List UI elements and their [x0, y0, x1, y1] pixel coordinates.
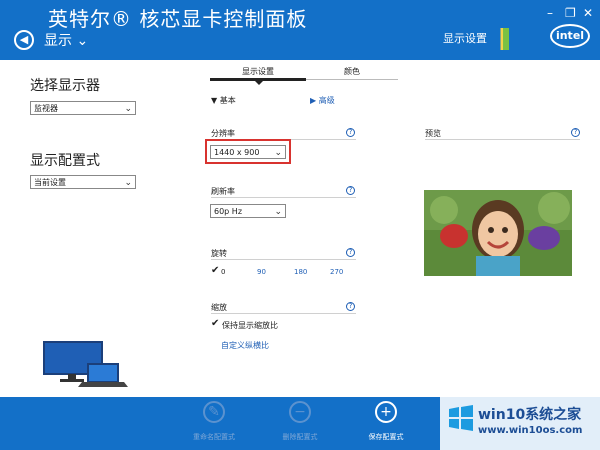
scaling-label: 缩放 [211, 303, 227, 312]
intel-logo: intel [550, 24, 590, 48]
rotation-option-90[interactable]: 90 [257, 268, 266, 276]
section-title-dropdown[interactable]: 显示 ⌄ [44, 30, 88, 50]
help-icon[interactable]: ? [346, 302, 355, 311]
select-display-label: 选择显示器 [30, 78, 100, 94]
plus-icon: + [375, 401, 397, 423]
keep-scaling-option[interactable]: 保持显示缩放比 [222, 320, 278, 331]
rotation-option-270[interactable]: 270 [330, 268, 343, 276]
basic-mode-toggle[interactable]: ▼ 基本 [211, 95, 236, 106]
rename-profile-button[interactable]: 重命名配置式 [180, 432, 248, 442]
tab-display-settings[interactable]: 显示设置 [210, 66, 306, 77]
save-profile-button[interactable]: 保存配置式 [352, 432, 420, 442]
monitor-laptop-icon [43, 341, 128, 387]
app-title: 英特尔® 核芯显卡控制面板 [48, 7, 308, 31]
refresh-rate-label: 刷新率 [211, 187, 235, 196]
back-button[interactable]: ◀ [14, 30, 34, 50]
display-config-label: 显示配置式 [30, 153, 100, 169]
section-divider [425, 139, 580, 140]
delete-profile-button[interactable]: 删除配置式 [266, 432, 334, 442]
restore-button[interactable]: ❐ [565, 6, 576, 20]
select-display-value: 监视器 [34, 104, 58, 113]
section-divider [211, 197, 356, 198]
display-config-value: 当前设置 [34, 178, 66, 187]
advanced-mode-toggle[interactable]: ▶ 高级 [310, 95, 335, 106]
minus-icon: − [289, 401, 311, 423]
chevron-down-icon: ⌄ [274, 207, 282, 217]
chevron-down-icon: ⌄ [124, 178, 132, 188]
checkmark-icon: ✔ [211, 318, 220, 329]
rotation-option-180[interactable]: 180 [294, 268, 307, 276]
section-divider [211, 313, 356, 314]
active-tab-pointer [255, 81, 263, 85]
pencil-icon: ✎ [203, 401, 225, 423]
refresh-rate-dropdown[interactable]: 60p Hz ⌄ [210, 204, 286, 218]
rotation-option-0[interactable]: 0 [221, 268, 225, 276]
preview-label: 预览 [425, 129, 441, 138]
chevron-down-icon: ⌄ [124, 104, 132, 114]
help-icon[interactable]: ? [571, 128, 580, 137]
resolution-label: 分辨率 [211, 129, 235, 138]
display-settings-tab[interactable]: 显示设置 [437, 28, 509, 50]
select-display-dropdown[interactable]: 监视器 ⌄ [30, 101, 136, 115]
display-config-dropdown[interactable]: 当前设置 ⌄ [30, 175, 136, 189]
windows-logo-icon [449, 405, 473, 431]
close-button[interactable]: ✕ [583, 6, 593, 20]
watermark-url: www.win10os.com [478, 425, 583, 436]
preview-image [424, 190, 572, 276]
resolution-highlight-box [205, 139, 291, 164]
back-arrow-icon: ◀ [19, 33, 29, 46]
help-icon[interactable]: ? [346, 248, 355, 257]
refresh-rate-value: 60p Hz [214, 207, 243, 216]
section-divider [211, 259, 356, 260]
tab-divider [306, 79, 398, 80]
tab-color[interactable]: 颜色 [306, 66, 398, 77]
watermark-title: win10系统之家 [478, 407, 582, 423]
minimize-button[interactable]: – [547, 6, 553, 20]
checkmark-icon: ✔ [211, 265, 220, 276]
help-icon[interactable]: ? [346, 128, 355, 137]
custom-aspect-ratio-link[interactable]: 自定义纵横比 [221, 340, 269, 351]
help-icon[interactable]: ? [346, 186, 355, 195]
rotation-label: 旋转 [211, 249, 227, 258]
